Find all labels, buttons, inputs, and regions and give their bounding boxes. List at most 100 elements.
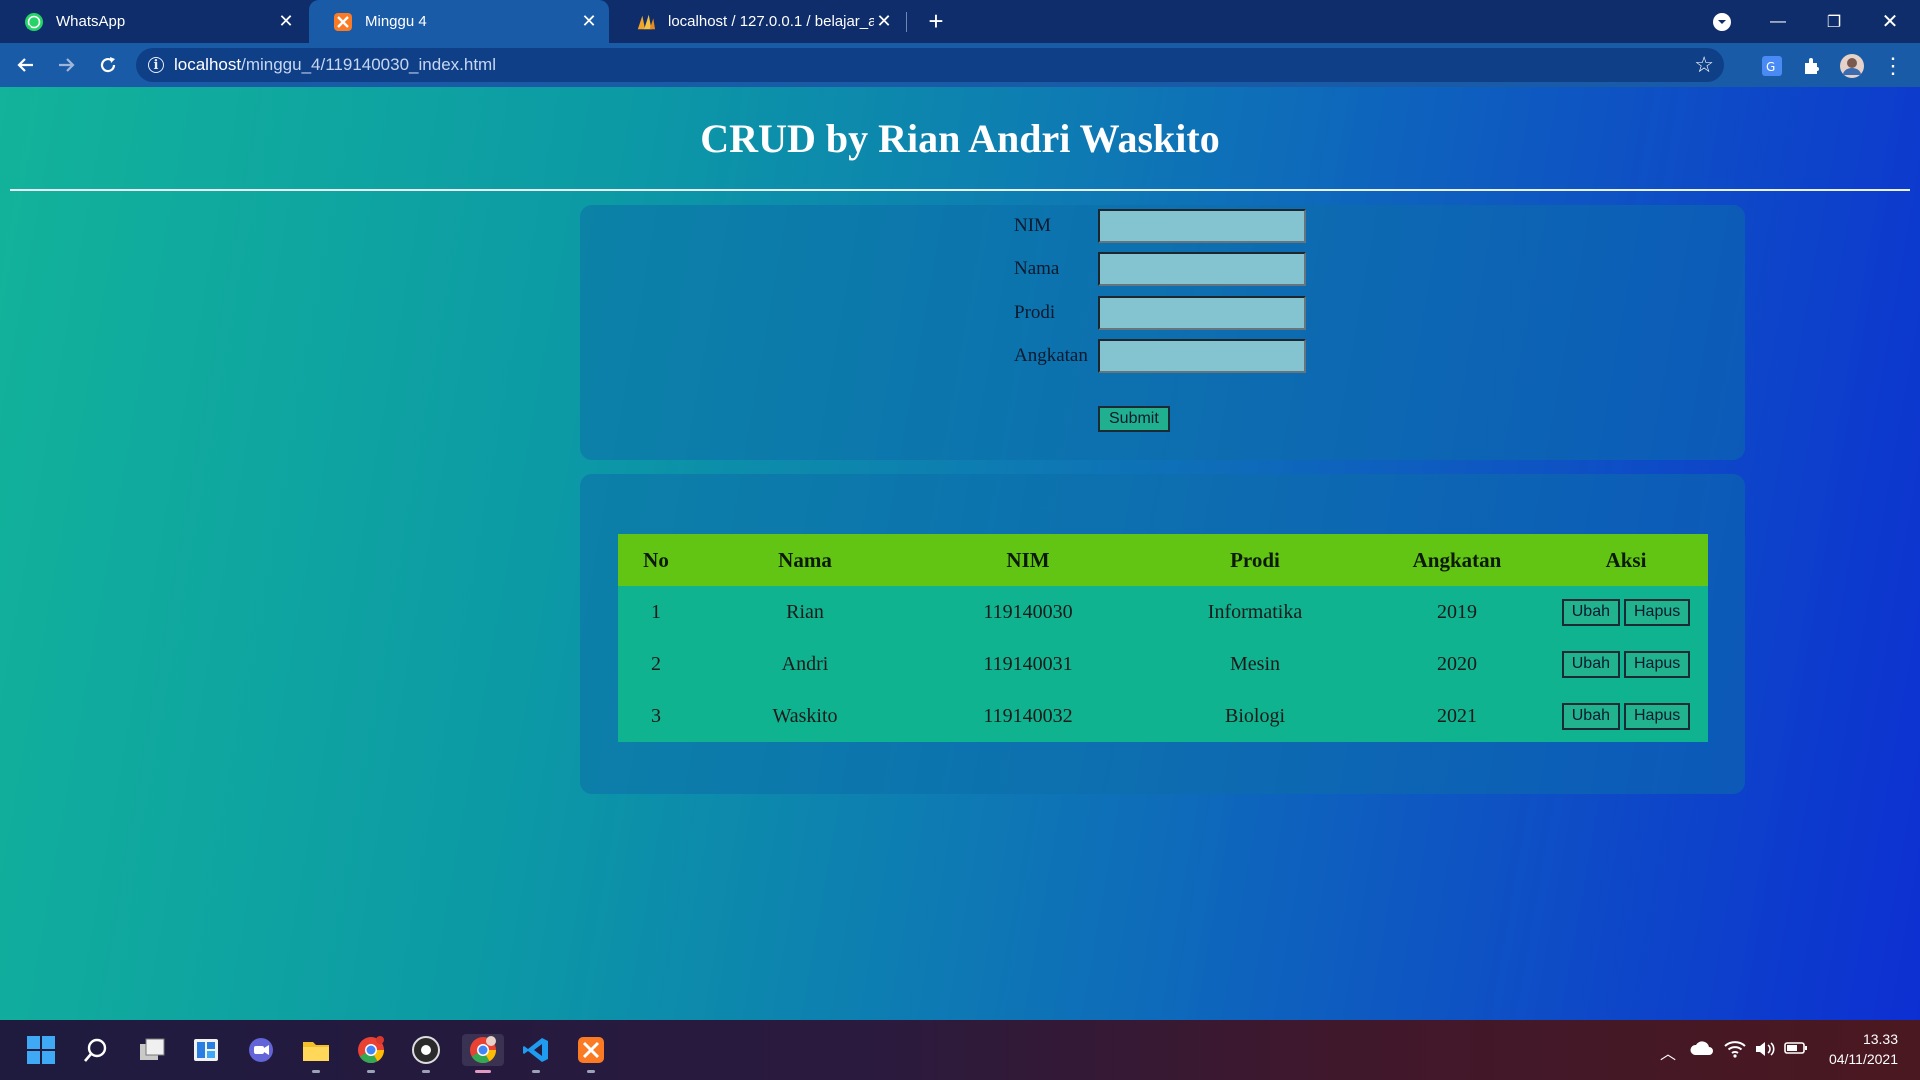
volume-icon[interactable] xyxy=(1754,1040,1776,1063)
google-translate-icon[interactable]: G xyxy=(1759,53,1785,79)
tab-title: Minggu 4 xyxy=(365,13,427,30)
submit-button[interactable]: Submit xyxy=(1098,406,1170,432)
nim-input[interactable] xyxy=(1098,209,1306,243)
extensions-puzzle-icon[interactable] xyxy=(1799,53,1825,79)
whatsapp-icon xyxy=(24,12,44,32)
taskbar: ︿ 13.33 04/11/2021 xyxy=(0,1020,1920,1080)
clock-time: 13.33 xyxy=(1862,1031,1898,1047)
cell-aksi: Ubah Hapus xyxy=(1544,586,1708,638)
browser-tab-strip: WhatsApp ✕ Minggu 4 ✕ localhost / 127.0.… xyxy=(0,0,1920,43)
cell-angkatan: 2021 xyxy=(1370,690,1544,742)
edit-button[interactable]: Ubah xyxy=(1561,598,1620,626)
svg-text:G: G xyxy=(1766,60,1775,74)
prodi-row: Prodi xyxy=(1014,294,1306,332)
url-host: localhost xyxy=(174,55,242,74)
tab-search-button[interactable] xyxy=(1694,0,1750,43)
close-window-button[interactable]: ✕ xyxy=(1862,0,1918,43)
cell-aksi: Ubah Hapus xyxy=(1544,638,1708,690)
cell-nama: Rian xyxy=(694,586,916,638)
header-angkatan: Angkatan xyxy=(1370,534,1544,586)
vscode-icon[interactable] xyxy=(520,1034,552,1066)
edit-button[interactable]: Ubah xyxy=(1561,650,1620,678)
system-clock[interactable]: 13.33 04/11/2021 xyxy=(1829,1029,1898,1069)
cell-nama: Andri xyxy=(694,638,916,690)
cell-prodi: Mesin xyxy=(1140,638,1370,690)
cell-nim: 119140032 xyxy=(916,690,1140,742)
task-view-icon[interactable] xyxy=(136,1034,168,1066)
new-tab-button[interactable]: + xyxy=(922,8,950,36)
header-prodi: Prodi xyxy=(1140,534,1370,586)
table-card: No Nama NIM Prodi Angkatan Aksi 1 Rian 1… xyxy=(580,474,1745,794)
cell-no: 3 xyxy=(618,690,694,742)
search-icon[interactable] xyxy=(80,1034,112,1066)
header-nim: NIM xyxy=(916,534,1140,586)
close-tab-icon[interactable]: ✕ xyxy=(276,11,296,32)
delete-button[interactable]: Hapus xyxy=(1624,702,1691,730)
show-hidden-icons-chevron-up-icon[interactable]: ︿ xyxy=(1660,1040,1676,1064)
minimize-button[interactable]: — xyxy=(1750,0,1806,43)
delete-button[interactable]: Hapus xyxy=(1624,650,1691,678)
cell-prodi: Biologi xyxy=(1140,690,1370,742)
running-indicator xyxy=(367,1070,375,1073)
obs-recorder-icon[interactable] xyxy=(410,1034,442,1066)
bookmark-star-icon[interactable]: ☆ xyxy=(1694,52,1714,78)
close-tab-icon[interactable]: ✕ xyxy=(579,11,599,32)
chrome-icon[interactable] xyxy=(355,1034,387,1066)
close-tab-icon[interactable]: ✕ xyxy=(874,11,894,32)
browser-toolbar: i localhost/minggu_4/119140030_index.htm… xyxy=(0,43,1920,87)
xampp-taskbar-icon[interactable] xyxy=(575,1034,607,1066)
reload-button[interactable] xyxy=(92,49,124,81)
chevron-down-icon xyxy=(1713,12,1731,31)
arrow-right-icon xyxy=(59,58,75,72)
angkatan-row: Angkatan xyxy=(1014,337,1306,375)
battery-icon[interactable] xyxy=(1784,1040,1808,1061)
back-button[interactable] xyxy=(10,49,42,81)
url-text: localhost/minggu_4/119140030_index.html xyxy=(174,55,496,75)
header-no: No xyxy=(618,534,694,586)
reload-icon xyxy=(100,57,116,73)
address-bar[interactable]: i localhost/minggu_4/119140030_index.htm… xyxy=(136,48,1724,82)
running-indicator xyxy=(422,1070,430,1073)
table-row: 3 Waskito 119140032 Biologi 2021 Ubah Hap… xyxy=(618,690,1708,742)
arrow-left-icon xyxy=(17,58,33,72)
delete-button[interactable]: Hapus xyxy=(1624,598,1691,626)
onedrive-cloud-icon[interactable] xyxy=(1690,1040,1714,1061)
profile-avatar[interactable] xyxy=(1839,53,1865,79)
nim-label: NIM xyxy=(1014,215,1051,236)
prodi-label: Prodi xyxy=(1014,302,1056,323)
running-indicator xyxy=(312,1070,320,1073)
prodi-input[interactable] xyxy=(1098,296,1306,330)
clock-date: 04/11/2021 xyxy=(1828,1051,1898,1067)
cell-angkatan: 2020 xyxy=(1370,638,1544,690)
widgets-icon[interactable] xyxy=(190,1034,222,1066)
header-aksi: Aksi xyxy=(1544,534,1708,586)
tab-separator xyxy=(906,12,907,32)
header-nama: Nama xyxy=(694,534,916,586)
angkatan-input[interactable] xyxy=(1098,339,1306,373)
tab-minggu-4[interactable]: Minggu 4 ✕ xyxy=(309,0,609,43)
nim-row: NIM xyxy=(1014,207,1306,245)
site-info-icon[interactable]: i xyxy=(148,57,164,73)
teams-chat-icon[interactable] xyxy=(245,1034,277,1066)
tab-title: localhost / 127.0.0.1 / belajar_aja xyxy=(668,13,874,30)
form-card: NIM Nama Prodi Angkatan Submit xyxy=(580,205,1745,460)
cell-angkatan: 2019 xyxy=(1370,586,1544,638)
wifi-icon[interactable] xyxy=(1724,1040,1746,1063)
table-header-row: No Nama NIM Prodi Angkatan Aksi xyxy=(618,534,1708,586)
more-menu-icon[interactable]: ⋮ xyxy=(1880,53,1906,79)
edit-button[interactable]: Ubah xyxy=(1561,702,1620,730)
tab-whatsapp[interactable]: WhatsApp ✕ xyxy=(0,0,306,43)
chrome-profile-icon[interactable] xyxy=(462,1034,504,1066)
page-title: CRUD by Rian Andri Waskito xyxy=(700,116,1220,161)
restore-button[interactable]: ❐ xyxy=(1806,0,1862,43)
table-row: 1 Rian 119140030 Informatika 2019 Ubah Ha… xyxy=(618,586,1708,638)
running-indicator xyxy=(532,1070,540,1073)
windows-start-icon[interactable] xyxy=(25,1034,57,1066)
cell-no: 1 xyxy=(618,586,694,638)
forward-button[interactable] xyxy=(50,49,82,81)
tab-title: WhatsApp xyxy=(56,13,126,30)
file-explorer-icon[interactable] xyxy=(300,1034,332,1066)
tab-phpmyadmin[interactable]: localhost / 127.0.0.1 / belajar_aja ✕ xyxy=(612,0,904,43)
nama-row: Nama xyxy=(1014,250,1306,288)
nama-input[interactable] xyxy=(1098,252,1306,286)
